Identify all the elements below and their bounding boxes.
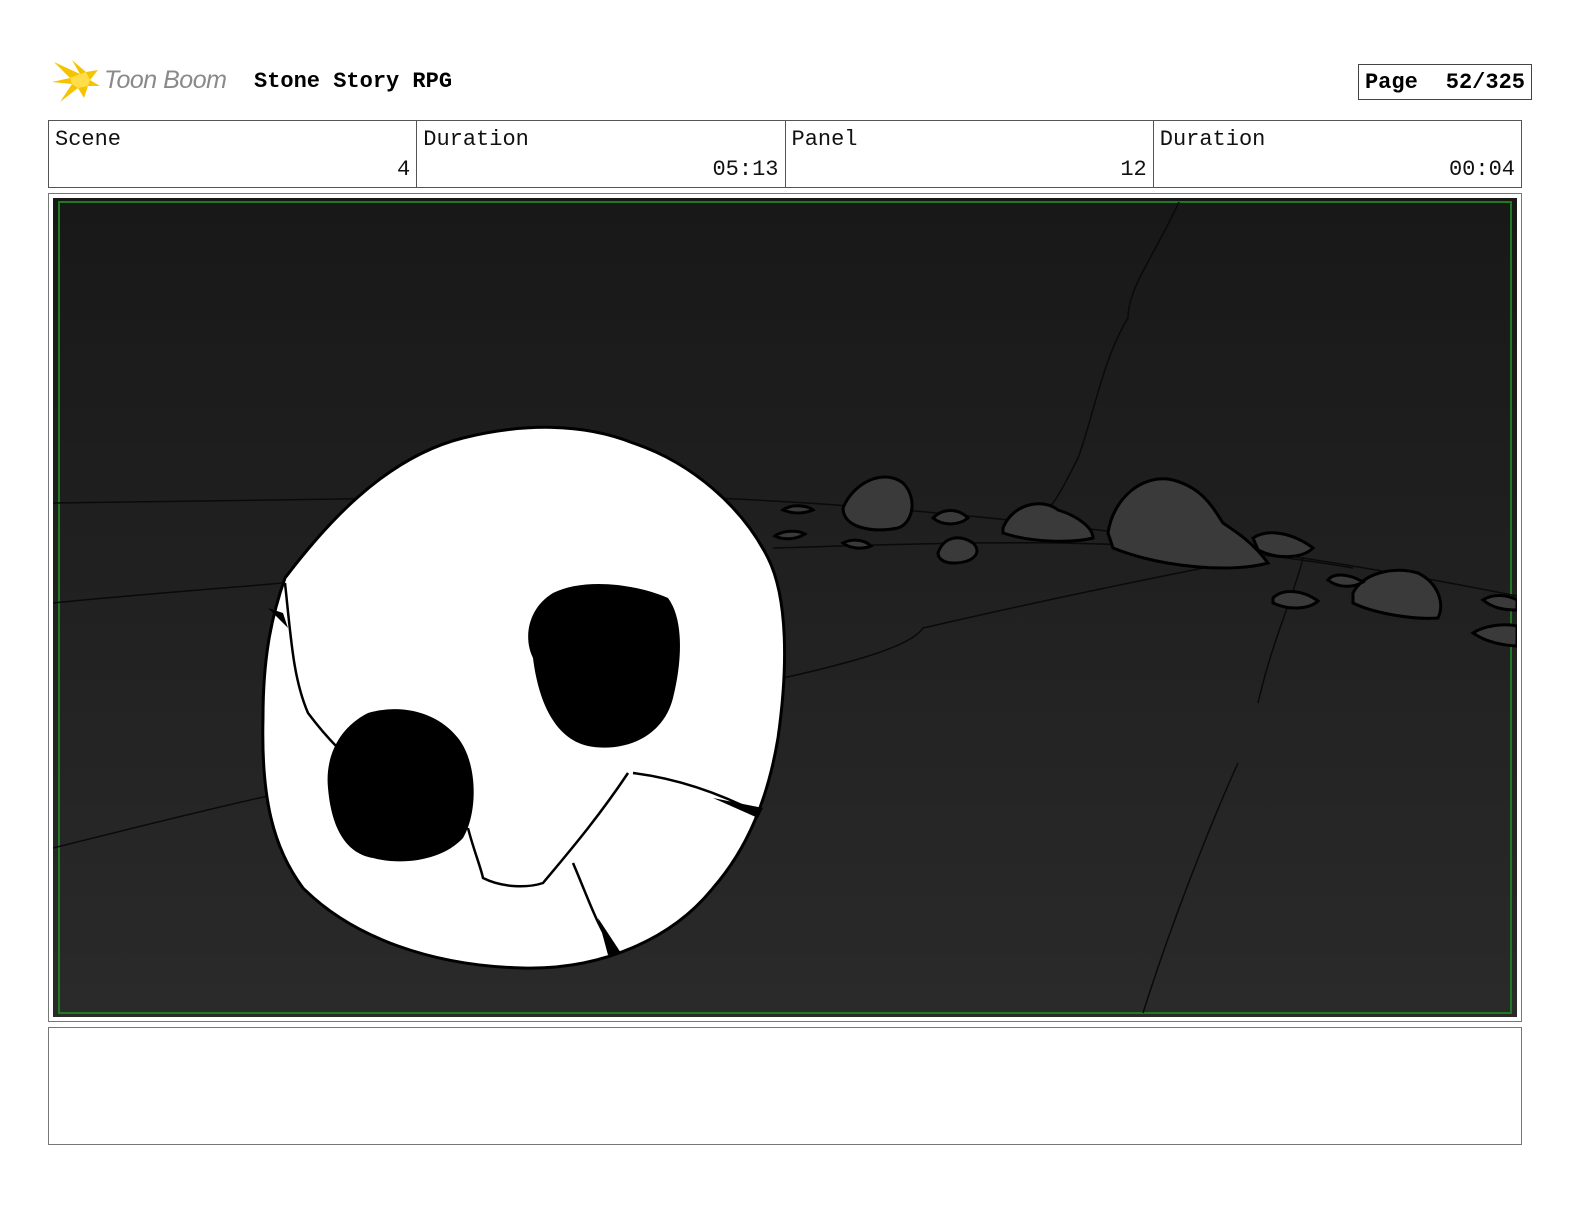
page-indicator: Page 52/325 xyxy=(1357,64,1532,100)
panel-cell: Panel 12 xyxy=(786,121,1154,187)
panel-duration-label: Duration xyxy=(1159,127,1266,152)
starburst-icon xyxy=(52,60,100,102)
scene-cell: Scene 4 xyxy=(49,121,418,187)
page-header: Toon Boom Stone Story RPG Page 52/325 xyxy=(50,56,1532,106)
toon-boom-logo: Toon Boom xyxy=(50,56,240,106)
scene-value: 4 xyxy=(397,157,411,182)
logo-text: Toon Boom xyxy=(104,66,227,94)
scene-duration-value: 05:13 xyxy=(712,157,779,182)
project-title: Stone Story RPG xyxy=(254,69,453,94)
storyboard-panel xyxy=(48,193,1522,1022)
scene-info-table: Scene 4 Duration 05:13 Panel 12 Duration… xyxy=(48,120,1522,188)
panel-duration-value: 00:04 xyxy=(1448,157,1515,182)
page-number: 52/325 xyxy=(1445,69,1525,95)
panel-value: 12 xyxy=(1120,157,1147,182)
panel-notes xyxy=(48,1027,1522,1145)
storyboard-drawing-icon xyxy=(53,198,1517,1017)
scene-label: Scene xyxy=(55,127,122,152)
scene-duration-label: Duration xyxy=(423,127,529,152)
page-label: Page xyxy=(1364,69,1418,95)
panel-label: Panel xyxy=(791,127,858,152)
panel-duration-cell: Duration 00:04 xyxy=(1154,121,1521,187)
scene-duration-cell: Duration 05:13 xyxy=(417,121,786,187)
